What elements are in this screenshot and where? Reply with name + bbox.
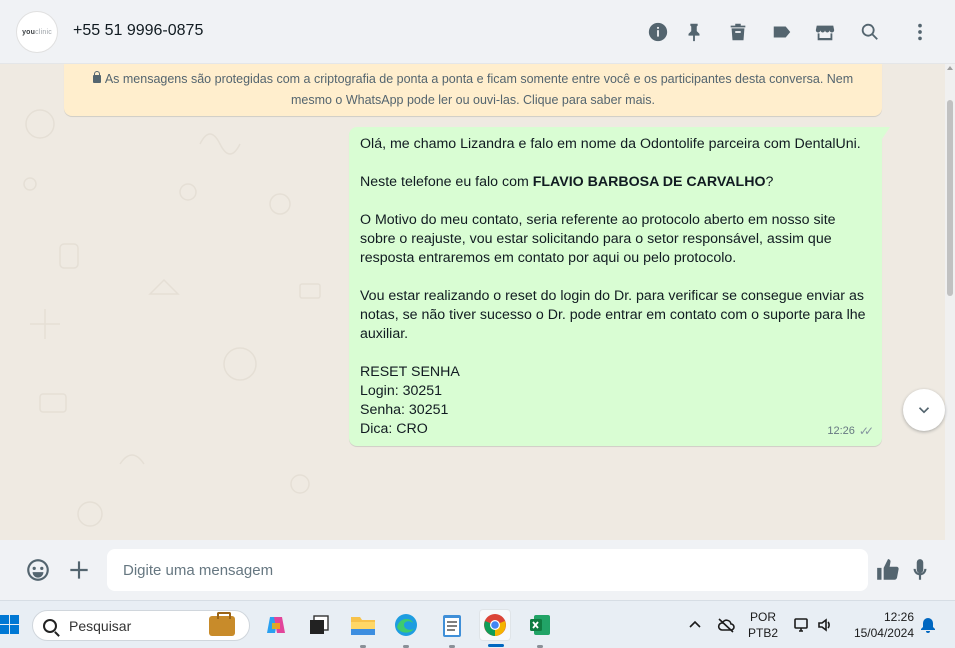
menu-icon[interactable] xyxy=(908,20,932,44)
message-input[interactable] xyxy=(107,549,868,591)
cloud-offline-icon[interactable] xyxy=(717,616,735,634)
message-line: Neste telefone eu falo com FLAVIO BARBOS… xyxy=(360,173,872,192)
store-icon[interactable] xyxy=(813,20,837,44)
chevron-up-icon[interactable] xyxy=(686,616,704,634)
clock[interactable]: 12:26 15/04/2024 xyxy=(850,609,914,641)
language-top: POR xyxy=(750,610,777,624)
taskbar-search[interactable]: Pesquisar xyxy=(32,610,250,641)
encryption-notice[interactable]: As mensagens são protegidas com a cripto… xyxy=(64,64,882,116)
search-icon[interactable] xyxy=(858,20,882,44)
lock-icon xyxy=(92,71,101,83)
message-meta: 12:26 ✓✓ xyxy=(827,422,874,441)
message-line: RESET SENHA xyxy=(360,364,460,380)
message-text: ? xyxy=(765,174,774,190)
pin-icon[interactable] xyxy=(682,20,706,44)
task-view-icon[interactable] xyxy=(303,609,335,641)
attach-plus-icon[interactable] xyxy=(65,556,93,584)
thumbs-up-icon[interactable] xyxy=(874,556,902,584)
message-line: Dica: CRO xyxy=(360,421,428,437)
message-paragraph: Vou estar realizando o reset do login do… xyxy=(360,288,866,342)
chrome-icon[interactable] xyxy=(479,609,511,647)
network-icon[interactable] xyxy=(793,616,811,634)
message-text: Neste telefone eu falo com xyxy=(360,174,533,190)
emoji-icon[interactable] xyxy=(24,556,52,584)
avatar-text-clinic: clinic xyxy=(35,28,52,36)
volume-icon[interactable] xyxy=(816,616,834,634)
briefcase-icon xyxy=(209,612,235,636)
message-line: Senha: 30251 xyxy=(360,402,449,418)
avatar-text-you: you xyxy=(22,28,36,36)
chevron-down-icon xyxy=(918,407,930,414)
avatar[interactable]: you clinic xyxy=(16,11,58,53)
message-line: Olá, me chamo Lizandra e falo em nome da… xyxy=(360,136,861,152)
active-indicator xyxy=(488,644,504,647)
excel-icon[interactable] xyxy=(524,609,556,648)
language-indicator[interactable]: POR PTB2 xyxy=(748,609,778,641)
search-icon xyxy=(43,618,57,633)
clock-time: 12:26 xyxy=(883,610,914,624)
message-bold-name: FLAVIO BARBOSA DE CARVALHO xyxy=(532,174,766,190)
edge-icon[interactable] xyxy=(390,609,422,648)
info-icon[interactable] xyxy=(646,20,670,44)
label-icon[interactable] xyxy=(770,20,794,44)
microphone-icon[interactable] xyxy=(906,556,934,584)
outgoing-message-bubble[interactable]: Olá, me chamo Lizandra e falo em nome da… xyxy=(349,127,890,446)
scroll-to-bottom-button[interactable] xyxy=(903,389,945,431)
read-ticks-icon: ✓✓ xyxy=(858,424,874,438)
contact-name[interactable]: +55 51 9996-0875 xyxy=(73,22,203,40)
message-line: Login: 30251 xyxy=(360,383,443,399)
file-explorer-icon[interactable] xyxy=(347,609,379,648)
windows-taskbar: Pesquisar POR PTB2 12:26 15/04/2024 xyxy=(0,600,955,648)
message-paragraph: O Motivo do meu contato, seria referente… xyxy=(360,212,836,266)
chat-scrollbar[interactable] xyxy=(945,64,955,540)
notepad-icon[interactable] xyxy=(436,609,468,648)
message-composer xyxy=(0,540,955,600)
language-bottom: PTB2 xyxy=(748,626,779,640)
copilot-icon[interactable] xyxy=(260,609,292,641)
notification-bell-icon[interactable] xyxy=(919,616,937,634)
windows-start-icon[interactable] xyxy=(0,615,20,635)
chat-header: you clinic +55 51 9996-0875 xyxy=(0,0,955,64)
encryption-notice-text: As mensagens são protegidas com a cripto… xyxy=(104,72,854,107)
message-time: 12:26 xyxy=(827,425,855,437)
scrollbar-thumb[interactable] xyxy=(947,100,953,296)
clock-date: 15/04/2024 xyxy=(853,626,914,640)
scroll-up-arrow[interactable] xyxy=(947,66,953,70)
taskbar-search-label: Pesquisar xyxy=(69,617,132,634)
trash-icon[interactable] xyxy=(726,20,750,44)
